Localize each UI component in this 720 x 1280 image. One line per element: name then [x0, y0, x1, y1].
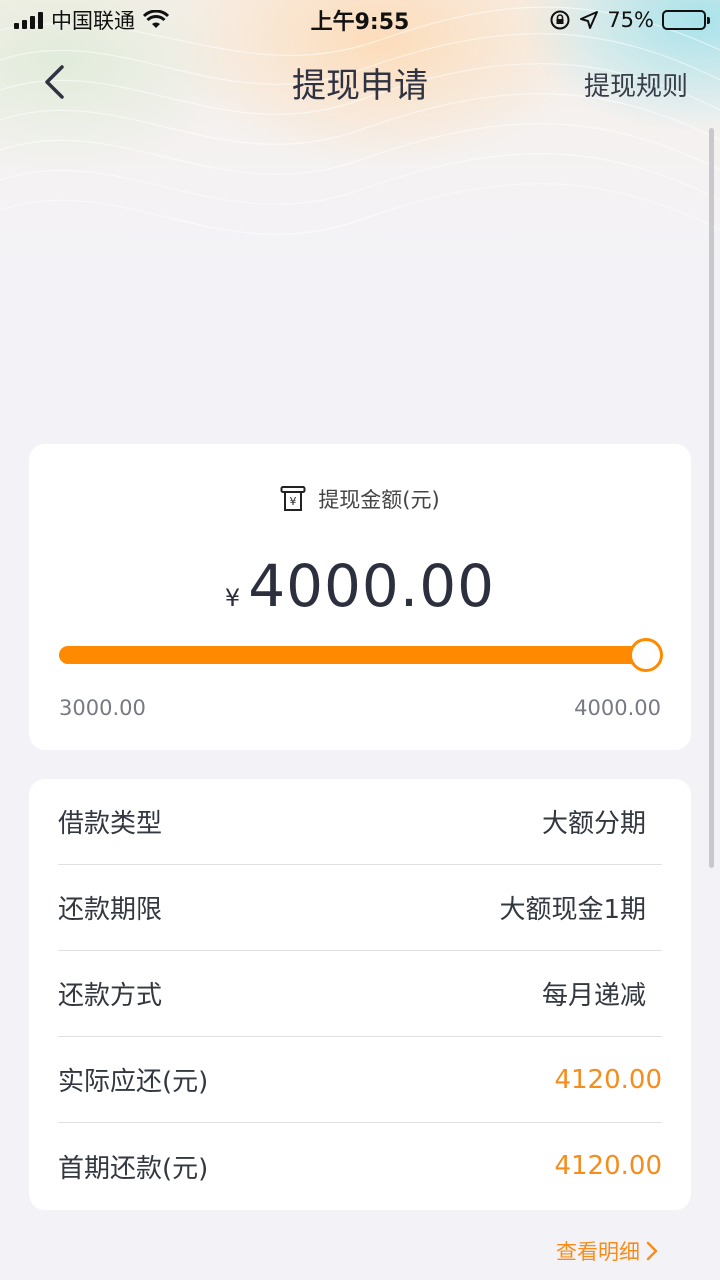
detail-row-repayment-method: 还款方式 每月递减 — [58, 951, 662, 1037]
battery-icon — [662, 10, 710, 30]
battery-percent: 75% — [607, 8, 654, 32]
detail-label: 还款方式 — [58, 981, 163, 1011]
back-button[interactable] — [34, 62, 74, 102]
detail-value: 每月递减 — [541, 981, 646, 1011]
detail-value: 大额现金1期 — [499, 895, 646, 925]
svg-text:¥: ¥ — [290, 495, 297, 508]
detail-value: 4120.00 — [554, 1151, 662, 1181]
wifi-icon — [143, 10, 169, 28]
chevron-right-icon — [646, 1241, 658, 1261]
slider-max-value: 4000.00 — [574, 696, 661, 720]
detail-value: 大额分期 — [541, 809, 646, 839]
withdraw-rules-link[interactable]: 提现规则 — [584, 66, 688, 103]
slider-fill — [59, 646, 646, 664]
slider-min-value: 3000.00 — [59, 696, 146, 720]
status-bar: 中国联通 上午9:55 75% — [0, 0, 720, 40]
amount-value: 4000.00 — [248, 552, 496, 620]
amount-slider[interactable] — [59, 638, 663, 672]
slider-handle[interactable] — [629, 638, 663, 672]
view-detail-link[interactable]: 查看明细 — [556, 1236, 658, 1266]
carrier-name: 中国联通 — [51, 9, 135, 33]
view-detail-label: 查看明细 — [556, 1240, 640, 1264]
cash-receipt-icon: ¥ — [280, 486, 306, 511]
amount-label: 提现金额(元) — [318, 488, 440, 512]
chevron-left-icon — [45, 65, 64, 99]
detail-label: 首期还款(元) — [58, 1153, 209, 1184]
signal-icon — [14, 11, 43, 29]
navigation-bar: 提现申请 提现规则 — [0, 44, 720, 120]
detail-row-actual-repayment: 实际应还(元) 4120.00 — [58, 1037, 662, 1123]
detail-row-loan-type: 借款类型 大额分期 — [58, 779, 662, 865]
detail-label: 实际应还(元) — [58, 1067, 209, 1097]
rotation-lock-icon — [550, 10, 570, 30]
detail-label: 还款期限 — [58, 895, 163, 925]
detail-label: 借款类型 — [58, 809, 163, 839]
currency-symbol: ¥ — [224, 584, 241, 612]
detail-row-repayment-term: 还款期限 大额现金1期 — [58, 865, 662, 951]
loan-detail-card: 借款类型 大额分期 还款期限 大额现金1期 还款方式 每月递减 实际应还(元) … — [29, 779, 691, 1210]
detail-row-first-repayment: 首期还款(元) 4120.00 — [58, 1123, 662, 1209]
location-icon — [580, 11, 599, 29]
detail-value: 4120.00 — [554, 1064, 662, 1095]
withdraw-amount-card: ¥ 提现金额(元) ¥ 4000.00 3000.00 4000.00 — [29, 444, 691, 750]
scrollbar[interactable] — [709, 128, 714, 868]
